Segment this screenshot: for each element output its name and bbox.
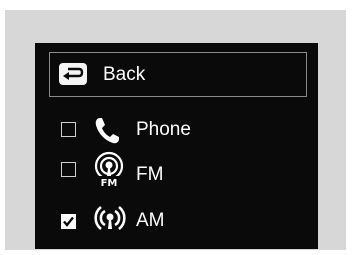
display-bezel: Back Phone FM FM AM (5, 10, 346, 250)
fm-checkbox[interactable] (61, 162, 76, 177)
phone-checkbox[interactable] (61, 122, 76, 137)
am-radio-icon (92, 202, 128, 241)
back-label: Back (103, 64, 146, 85)
fm-radio-icon: FM (92, 151, 126, 198)
source-item-am[interactable]: AM (35, 205, 318, 238)
source-item-fm[interactable]: FM FM (35, 151, 318, 189)
source-item-phone[interactable]: Phone (35, 116, 318, 146)
back-button[interactable]: Back (49, 52, 307, 97)
svg-text:FM: FM (101, 178, 118, 189)
source-menu-screen: Back Phone FM FM AM (35, 43, 318, 249)
am-checkbox[interactable] (61, 214, 76, 229)
phone-label: Phone (136, 119, 191, 140)
fm-label: FM (136, 164, 164, 185)
back-arrow-icon (59, 63, 87, 85)
phone-icon (92, 116, 122, 151)
am-label: AM (136, 210, 165, 231)
